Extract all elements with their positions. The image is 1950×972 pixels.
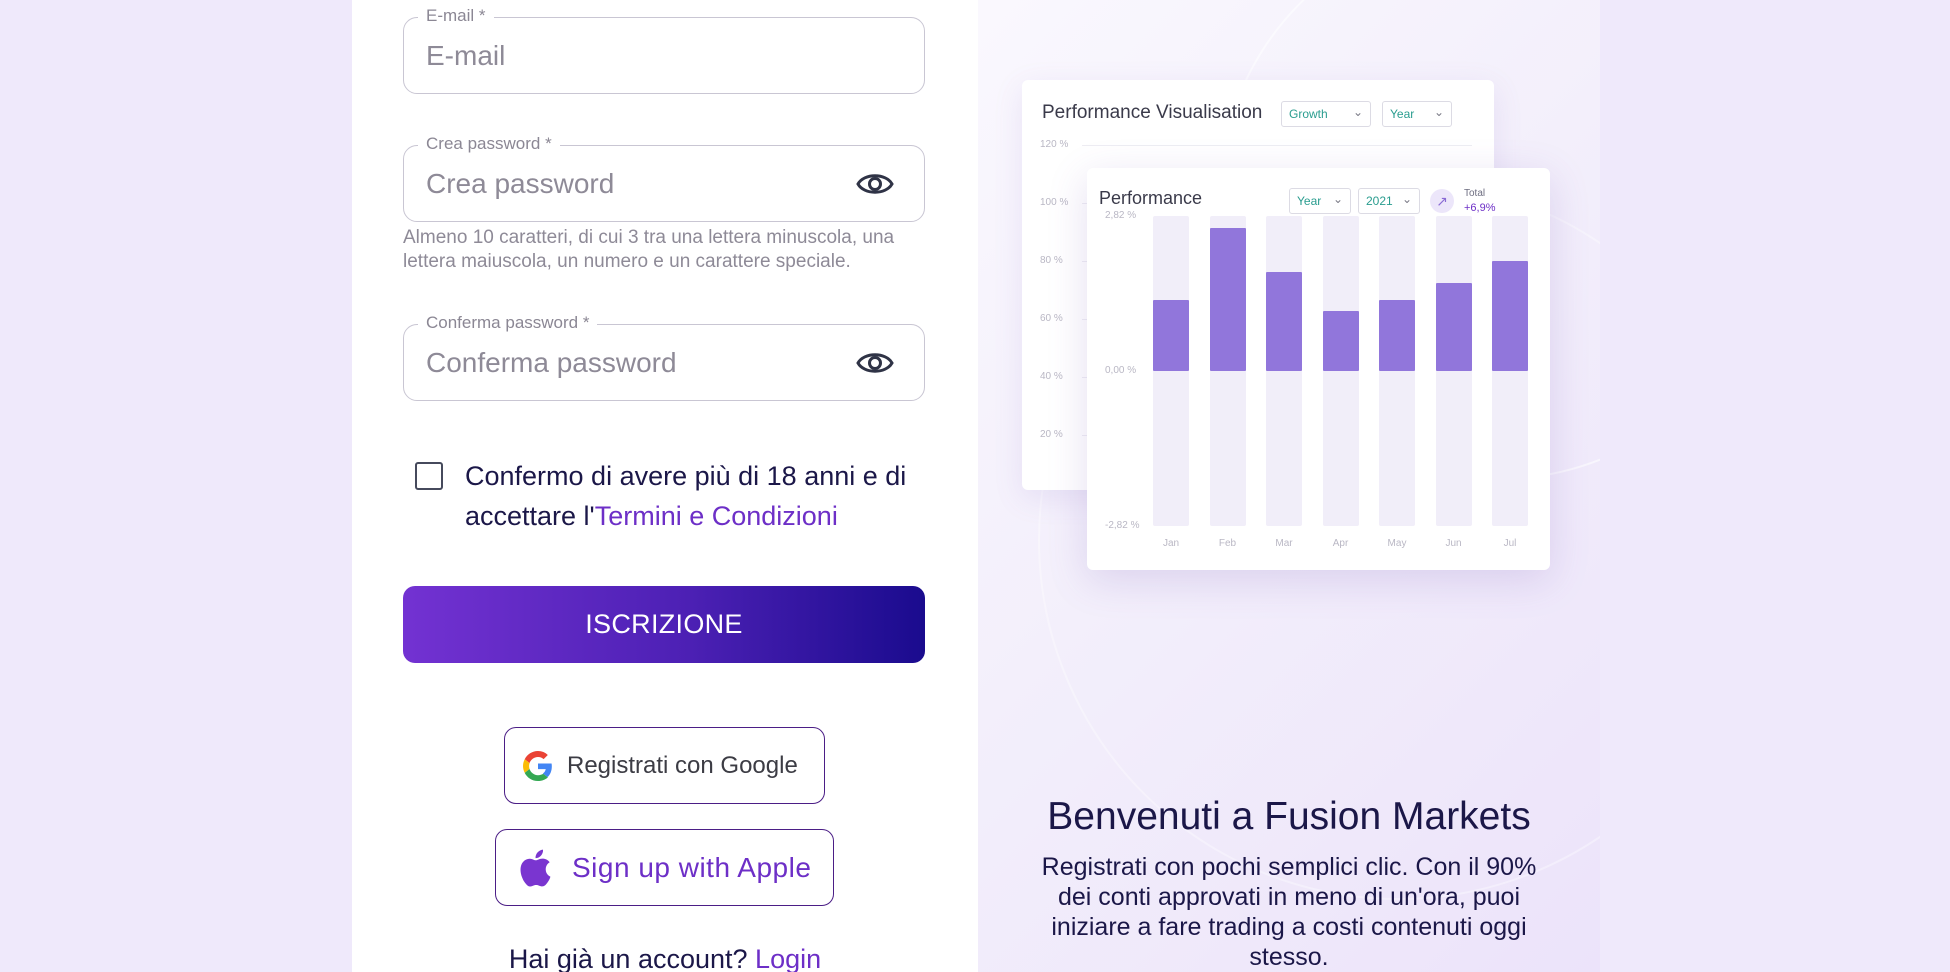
total-label: Total (1464, 188, 1486, 199)
bar-apr (1322, 310, 1359, 371)
y-tick-label: 40 % (1040, 371, 1063, 382)
bar-mar (1266, 272, 1302, 371)
bar-track (1322, 216, 1359, 526)
password-label: Crea password * (418, 134, 560, 154)
performance-title: Performance (1099, 188, 1203, 208)
chevron-down-icon: ⌄ (1352, 105, 1363, 119)
arrow-up-right-icon: ↗ (1430, 189, 1454, 213)
y-tick-label: -2,82 % (1105, 520, 1140, 531)
y-tick-label: 2,82 % (1105, 210, 1137, 221)
y-tick-label: 100 % (1040, 197, 1069, 208)
bar-track (1153, 216, 1189, 526)
year-select[interactable]: Year ⌄ (1382, 101, 1452, 127)
google-icon (523, 750, 552, 781)
period-select[interactable]: Year ⌄ (1289, 188, 1351, 214)
welcome-title: Benvenuti a Fusion Markets (1047, 795, 1531, 838)
welcome-text: Registrati con pochi semplici clic. Con … (1041, 853, 1537, 971)
x-tick-label: Jul (1503, 538, 1517, 549)
performance-card: Performance Year ⌄ 2021 ⌄ ↗ Total +6,9% 2,… (1087, 168, 1550, 570)
age-consent-checkbox[interactable] (415, 462, 443, 490)
chevron-down-icon: ⌄ (1401, 192, 1412, 206)
chevron-down-icon: ⌄ (1332, 192, 1343, 206)
y-tick-label: 0,00 % (1105, 365, 1137, 376)
gridline (1082, 145, 1472, 146)
bar-track (1435, 216, 1472, 526)
bar-track (1266, 216, 1302, 526)
x-tick-label: Apr (1332, 538, 1349, 549)
bar-track (1379, 216, 1415, 526)
google-signup-button[interactable]: Registrati con Google (504, 727, 825, 804)
password-placeholder: Crea password (426, 168, 615, 199)
year-value-select[interactable]: 2021 ⌄ (1358, 188, 1420, 214)
bar-jul (1492, 261, 1528, 371)
apple-icon (520, 849, 551, 887)
bar-jun (1435, 283, 1472, 371)
bar-may (1379, 299, 1415, 371)
confirm-password-field[interactable]: Conferma password * Conferma password (403, 313, 925, 401)
consent-text: Confermo di avere più di 18 anni e di ac… (465, 461, 907, 531)
signup-button[interactable]: ISCRIZIONE (403, 586, 925, 663)
confirm-password-label: Conferma password * (418, 313, 598, 333)
x-tick-label: May (1387, 538, 1407, 549)
card-title: Performance Visualisation (1042, 102, 1263, 123)
terms-link[interactable]: Termini e Condizioni (595, 501, 838, 531)
login-prompt: Hai già un account? Login (508, 944, 822, 972)
y-tick-label: 80 % (1040, 255, 1063, 266)
x-tick-label: Mar (1275, 538, 1293, 549)
confirm-password-placeholder: Conferma password (426, 347, 677, 378)
y-tick-label: 20 % (1040, 429, 1063, 440)
apple-signup-button[interactable]: Sign up with Apple (495, 829, 834, 906)
growth-select[interactable]: Growth ⌄ (1281, 101, 1371, 127)
y-tick-label: 120 % (1040, 139, 1069, 150)
signup-form-panel: E-mail * E-mail Crea password * Crea pas… (352, 0, 978, 972)
email-field[interactable]: E-mail * E-mail (403, 6, 925, 94)
x-tick-label: Jan (1162, 538, 1180, 549)
y-tick-label: 60 % (1040, 313, 1063, 324)
email-label: E-mail * (418, 6, 494, 26)
x-tick-label: Jun (1445, 538, 1462, 549)
bar-jan (1153, 299, 1189, 371)
password-field[interactable]: Crea password * Crea password (403, 134, 925, 222)
bar-feb (1209, 228, 1246, 371)
eye-icon[interactable] (856, 168, 894, 200)
total-value: +6,9% (1464, 202, 1496, 214)
welcome-panel: Performance Visualisation Growth ⌄ Year ⌄ … (978, 0, 1600, 972)
email-placeholder: E-mail (426, 40, 506, 71)
x-tick-label: Feb (1218, 538, 1237, 549)
eye-icon[interactable] (856, 347, 894, 379)
login-link[interactable]: Login (755, 944, 821, 972)
apple-signup-label: Sign up with Apple (572, 851, 812, 883)
google-signup-label: Registrati con Google (567, 751, 798, 779)
chevron-down-icon: ⌄ (1433, 105, 1444, 119)
password-hint: Almeno 10 caratteri, di cui 3 tra una le… (403, 227, 895, 272)
